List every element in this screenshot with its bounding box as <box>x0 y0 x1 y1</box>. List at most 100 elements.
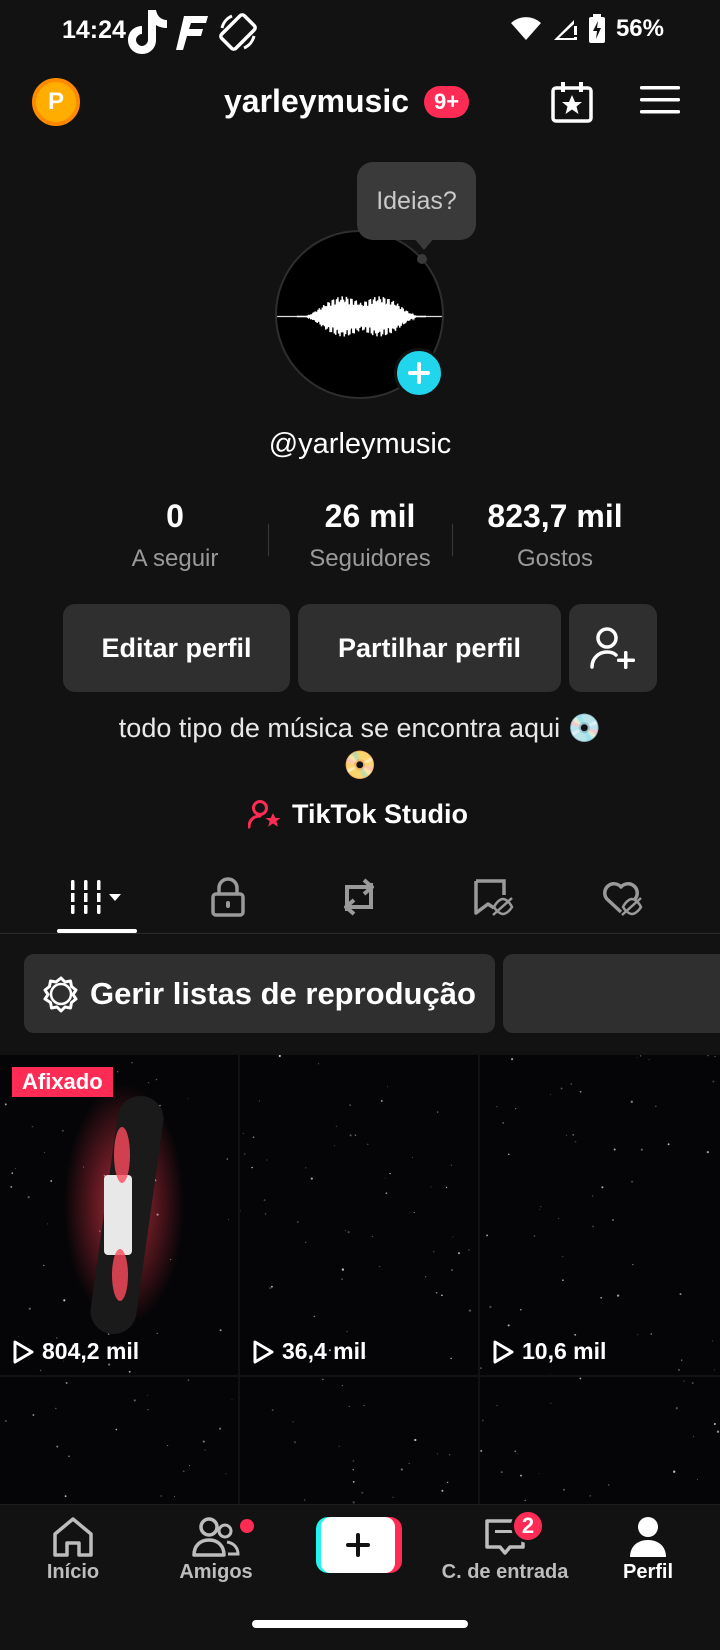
play-icon <box>493 1340 514 1363</box>
profile-bio: todo tipo de música se encontra aqui 💿 📀 <box>60 710 660 784</box>
stat-followers[interactable]: 26 mil Seguidores <box>285 498 455 573</box>
signal-icon <box>553 20 577 40</box>
tab-private[interactable] <box>188 872 268 922</box>
nav-profile[interactable]: Perfil <box>578 1515 718 1584</box>
tab-reposts[interactable] <box>319 872 399 922</box>
bio-line: 📀 <box>343 750 377 780</box>
stat-divider <box>452 524 453 556</box>
tab-favorites[interactable] <box>453 872 533 922</box>
menu-icon[interactable] <box>640 84 680 116</box>
profile-handle: @yarleymusic <box>268 428 452 460</box>
tab-liked[interactable] <box>583 872 663 922</box>
starfield <box>480 1055 720 1375</box>
gear-icon <box>43 976 78 1012</box>
status-bar: 14:24 56% <box>0 0 720 64</box>
pinned-badge: Afixado <box>12 1067 113 1097</box>
manage-playlists-button[interactable]: Gerir listas de reprodução <box>24 954 495 1033</box>
add-friend-button[interactable] <box>569 604 657 692</box>
nav-home[interactable]: Início <box>3 1515 143 1584</box>
tiktok-studio-link[interactable]: TikTok Studio <box>248 796 468 832</box>
plus-icon <box>408 362 430 384</box>
videos-grid-icon <box>67 880 121 914</box>
nav-label: Amigos <box>179 1561 253 1583</box>
starfield <box>480 1377 720 1505</box>
play-icon <box>253 1340 274 1363</box>
status-system-icons: 56% <box>510 14 664 44</box>
heart-hidden-icon <box>603 882 643 916</box>
bookmark-hidden-icon <box>474 879 514 916</box>
inbox-count-badge: 2 <box>511 1509 545 1543</box>
nav-inbox[interactable]: C. de entrada 2 <box>435 1509 575 1584</box>
starfield <box>0 1377 238 1505</box>
wifi-icon <box>510 17 541 40</box>
lock-icon <box>211 877 245 917</box>
stat-likes[interactable]: 823,7 mil Gostos <box>470 498 640 573</box>
bio-line: todo tipo de música se encontra aqui 💿 <box>118 713 602 743</box>
video-thumbnail[interactable] <box>0 1377 238 1505</box>
studio-label: TikTok Studio <box>292 798 469 829</box>
stat-label: A seguir <box>131 545 219 572</box>
view-count: 10,6 mil <box>492 1338 606 1365</box>
coin-icon[interactable]: P <box>32 78 80 126</box>
video-thumbnail[interactable]: 10,6 mil <box>480 1055 720 1375</box>
starfield <box>240 1377 478 1505</box>
active-tab-indicator <box>57 929 137 933</box>
view-count-value: 10,6 mil <box>522 1338 607 1364</box>
stat-label: Gostos <box>516 545 594 572</box>
view-count-value: 36,4 mil <box>282 1338 367 1364</box>
ideas-tooltip[interactable]: Ideias? <box>357 162 476 240</box>
tab-videos[interactable] <box>57 872 137 922</box>
tooltip-dot <box>417 254 427 264</box>
rotate-screen-icon <box>219 13 257 51</box>
play-icon <box>13 1340 34 1363</box>
tooltip-tail <box>412 236 436 250</box>
view-count-value: 804,2 mil <box>42 1338 140 1364</box>
friends-icon <box>192 1517 240 1557</box>
create-button[interactable] <box>316 1517 402 1573</box>
home-gesture-bar[interactable] <box>252 1620 468 1628</box>
calendar-star-icon[interactable] <box>550 80 594 124</box>
f-app-notification-icon <box>176 16 208 50</box>
home-icon <box>53 1517 93 1557</box>
tiktok-notification-icon <box>128 10 167 54</box>
account-switcher[interactable]: yarleymusic <box>224 83 409 120</box>
stat-value: 823,7 mil <box>487 498 623 534</box>
edit-profile-button[interactable]: Editar perfil <box>63 604 290 692</box>
stat-following[interactable]: 0 A seguir <box>100 498 250 573</box>
phone-render-image <box>64 1085 184 1335</box>
stat-label: Seguidores <box>309 545 431 572</box>
video-thumbnail[interactable] <box>480 1377 720 1505</box>
content-tabs <box>0 864 720 934</box>
playlist-card[interactable] <box>503 954 720 1033</box>
add-person-icon <box>590 627 635 669</box>
profile-stats: 0 A seguir 26 mil Seguidores 823,7 mil G… <box>100 498 640 584</box>
video-thumbnail[interactable]: 36,4 mil <box>240 1055 478 1375</box>
video-thumbnail[interactable]: Afixado 804,2 mil <box>0 1055 238 1375</box>
status-time: 14:24 <box>62 16 126 44</box>
profile-icon <box>630 1517 666 1557</box>
profile-header: P yarleymusic 9+ <box>0 70 720 136</box>
battery-charging-icon <box>588 14 605 43</box>
starfield <box>240 1055 478 1375</box>
nav-label: Início <box>46 1561 100 1583</box>
notification-badge: 9+ <box>424 86 470 118</box>
manage-playlists-label: Gerir listas de reprodução <box>90 975 476 1011</box>
view-count: 804,2 mil <box>12 1338 139 1365</box>
avatar-add-button[interactable] <box>394 348 444 398</box>
stat-value: 0 <box>166 498 184 534</box>
battery-percent: 56% <box>615 15 664 42</box>
stat-divider <box>268 524 269 556</box>
bottom-navigation: Início Amigos C. de entrada 2 Perfil <box>0 1504 720 1600</box>
plus-icon <box>346 1533 370 1557</box>
repost-icon <box>344 878 374 916</box>
video-thumbnail[interactable] <box>240 1377 478 1505</box>
nav-friends[interactable]: Amigos <box>146 1515 286 1584</box>
video-grid: Afixado 804,2 mil 36,4 mil 10,6 mil <box>0 1055 720 1505</box>
share-profile-button[interactable]: Partilhar perfil <box>298 604 561 692</box>
stat-value: 26 mil <box>324 498 416 534</box>
creator-star-icon <box>248 800 281 829</box>
nav-label: Perfil <box>622 1561 674 1583</box>
view-count: 36,4 mil <box>252 1338 366 1365</box>
friends-dot-badge <box>240 1519 254 1533</box>
status-notification-icons <box>126 6 260 58</box>
